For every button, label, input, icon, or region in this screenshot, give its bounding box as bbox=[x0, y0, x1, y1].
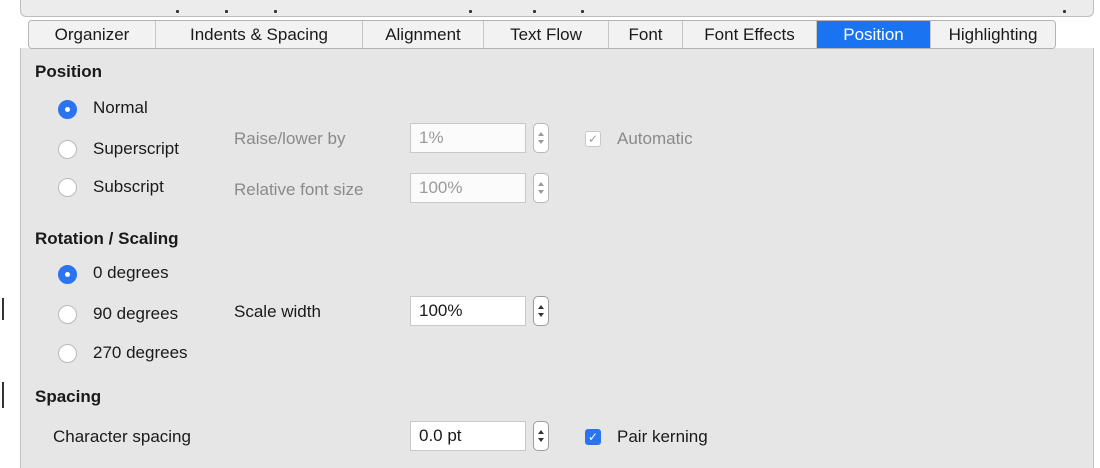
radio-0-degrees[interactable] bbox=[58, 265, 77, 284]
tab-bar: Organizer Indents & Spacing Alignment Te… bbox=[28, 20, 1056, 49]
character-spacing-field[interactable]: 0.0 pt bbox=[410, 421, 526, 451]
tab-organizer[interactable]: Organizer bbox=[29, 21, 156, 48]
window-edge-mark bbox=[2, 298, 4, 320]
scale-width-field[interactable]: 100% bbox=[410, 296, 526, 326]
radio-superscript-label[interactable]: Superscript bbox=[93, 139, 179, 159]
position-heading: Position bbox=[35, 62, 103, 81]
scale-width-spinner[interactable] bbox=[533, 296, 549, 326]
radio-90-degrees-label[interactable]: 90 degrees bbox=[93, 304, 178, 324]
radio-normal-label[interactable]: Normal bbox=[93, 98, 148, 118]
automatic-label[interactable]: Automatic bbox=[617, 129, 693, 149]
window-edge-mark bbox=[2, 382, 4, 408]
raise-lower-field[interactable]: 1% bbox=[410, 123, 526, 153]
tab-indents-spacing[interactable]: Indents & Spacing bbox=[156, 21, 363, 48]
automatic-checkbox[interactable]: ✓ bbox=[585, 131, 601, 147]
character-spacing-label: Character spacing bbox=[53, 427, 191, 446]
relative-font-size-spinner[interactable] bbox=[533, 173, 549, 203]
raise-lower-label: Raise/lower by bbox=[234, 129, 346, 148]
tab-font[interactable]: Font bbox=[609, 21, 683, 48]
radio-subscript-label[interactable]: Subscript bbox=[93, 177, 164, 197]
tab-font-effects[interactable]: Font Effects bbox=[683, 21, 817, 48]
truncated-top-strip bbox=[20, 0, 1094, 17]
radio-normal[interactable] bbox=[58, 100, 77, 119]
radio-subscript[interactable] bbox=[58, 178, 77, 197]
spacing-heading: Spacing bbox=[35, 387, 102, 406]
character-spacing-spinner[interactable] bbox=[533, 421, 549, 451]
radio-0-degrees-label[interactable]: 0 degrees bbox=[93, 263, 169, 283]
relative-font-size-label: Relative font size bbox=[234, 180, 364, 199]
rotation-scaling-heading: Rotation / Scaling bbox=[35, 229, 179, 248]
radio-90-degrees[interactable] bbox=[58, 305, 77, 324]
pair-kerning-checkbox[interactable]: ✓ bbox=[585, 429, 601, 445]
radio-superscript[interactable] bbox=[58, 140, 77, 159]
radio-270-degrees-label[interactable]: 270 degrees bbox=[93, 343, 188, 363]
tab-highlighting[interactable]: Highlighting bbox=[931, 21, 1055, 48]
raise-lower-spinner[interactable] bbox=[533, 123, 549, 153]
relative-font-size-field[interactable]: 100% bbox=[410, 173, 526, 203]
dialog-panel bbox=[20, 48, 1094, 468]
radio-270-degrees[interactable] bbox=[58, 344, 77, 363]
tab-position[interactable]: Position bbox=[817, 21, 931, 48]
scale-width-label: Scale width bbox=[234, 302, 321, 321]
pair-kerning-label[interactable]: Pair kerning bbox=[617, 427, 708, 447]
tab-alignment[interactable]: Alignment bbox=[363, 21, 484, 48]
tab-text-flow[interactable]: Text Flow bbox=[484, 21, 609, 48]
